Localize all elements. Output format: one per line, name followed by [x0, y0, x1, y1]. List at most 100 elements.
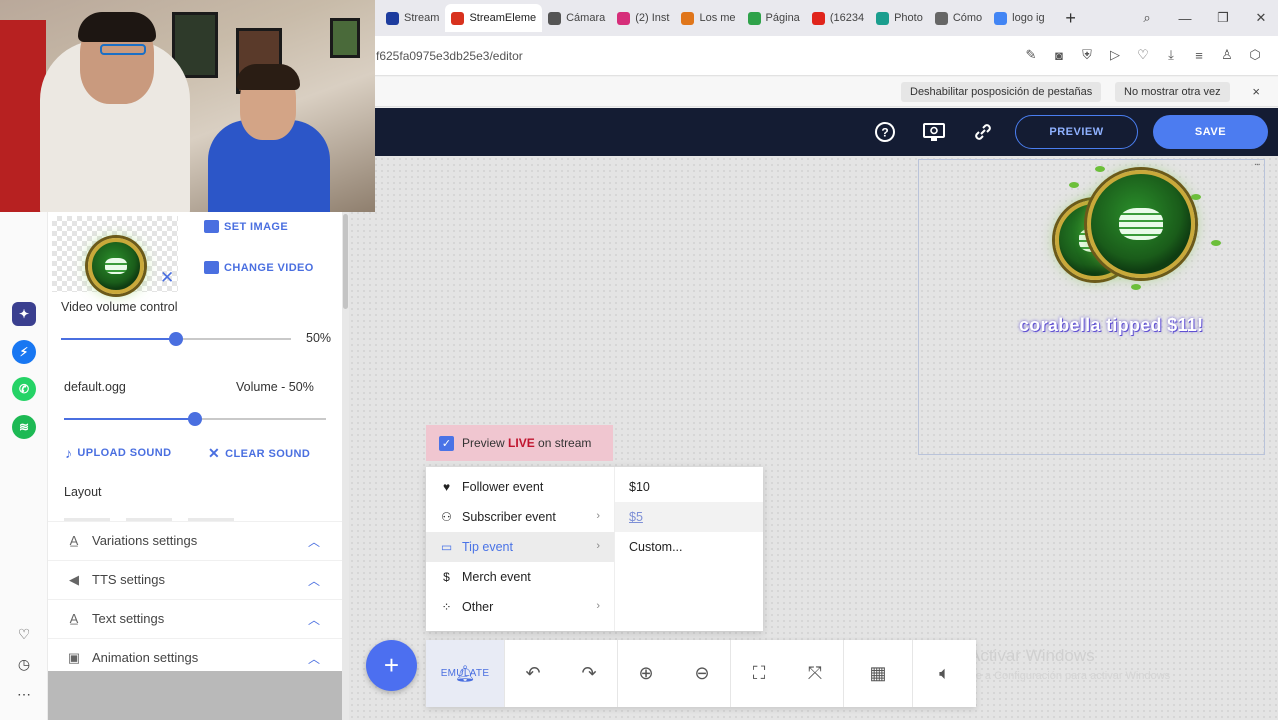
browser-tab[interactable]: Página	[742, 4, 806, 32]
browser-tab[interactable]: Stream	[380, 4, 445, 32]
edit-icon[interactable]: ✎	[1022, 46, 1040, 64]
favorites-icon[interactable]: ♡	[14, 624, 34, 644]
search-tabs-icon[interactable]: ⌕	[1130, 10, 1164, 26]
play-icon[interactable]: ▷	[1106, 46, 1124, 64]
upload-sound-button[interactable]: ♪ UPLOAD SOUND	[65, 445, 171, 461]
extension-icon[interactable]: ⬡	[1246, 46, 1264, 64]
shield-icon[interactable]: ⛨	[1078, 46, 1096, 64]
app-launcher-icon[interactable]: ✦	[12, 302, 36, 326]
download-icon[interactable]: ⤓	[1162, 46, 1180, 64]
camera-icon[interactable]: ◙	[1050, 46, 1068, 64]
volume-icon[interactable]: 🔈︎	[933, 662, 957, 686]
tip-option-custom[interactable]: Custom...	[615, 532, 763, 562]
window-controls: ⌕ — ❐ ✕	[1130, 0, 1278, 36]
whatsapp-icon[interactable]: ✆	[12, 377, 36, 401]
help-icon[interactable]: ?	[873, 120, 897, 144]
menu-item-label: Merch event	[462, 570, 531, 584]
slider-knob[interactable]	[169, 332, 183, 346]
compress-icon[interactable]: ⤧	[803, 662, 827, 686]
tab-favicon-icon	[934, 11, 948, 25]
dont-show-again-button[interactable]: No mostrar otra vez	[1115, 82, 1230, 102]
slider-knob[interactable]	[188, 412, 202, 426]
url-field[interactable]: f625fa0975e3db25e3/editor	[376, 49, 523, 63]
leaf-decoration	[1211, 240, 1221, 246]
section-text-settings[interactable]: A̲ Text settings ︿	[48, 599, 342, 637]
menu-icon[interactable]: ≡	[1190, 46, 1208, 64]
browser-tab[interactable]: logo ig	[988, 4, 1050, 32]
scrollbar-thumb[interactable]	[343, 214, 348, 309]
menu-item-follower-event[interactable]: ♥ Follower event	[426, 472, 614, 502]
monitor-settings-icon[interactable]	[922, 120, 946, 144]
grid-icon[interactable]: ▦	[866, 662, 890, 686]
add-widget-button[interactable]: +	[366, 640, 417, 691]
checkbox-checked-icon[interactable]: ✓	[439, 435, 454, 451]
disable-tab-snooze-button[interactable]: Deshabilitar posposición de pestañas	[901, 82, 1102, 102]
menu-item-other[interactable]: ⁘ Other ›	[426, 592, 614, 622]
save-button[interactable]: SAVE	[1153, 115, 1268, 149]
coin-image	[1087, 170, 1195, 278]
link-icon[interactable]	[971, 120, 995, 144]
menu-item-merch-event[interactable]: $ Merch event	[426, 562, 614, 592]
maximize-icon[interactable]: ❐	[1206, 10, 1240, 26]
video-volume-value: 50%	[306, 331, 332, 345]
remove-image-icon[interactable]: ✕	[160, 268, 174, 288]
preview-live-toggle[interactable]: ✓ Preview LIVE on stream	[426, 425, 613, 461]
emulate-button[interactable]: 🔔︎ EMULATE	[426, 640, 504, 707]
more-icon[interactable]: ⋯	[14, 684, 34, 704]
menu-item-label: Subscriber event	[462, 510, 556, 524]
preview-button[interactable]: PREVIEW	[1015, 115, 1138, 149]
tip-option-10[interactable]: $10	[615, 472, 763, 502]
browser-tab[interactable]: Cámara	[542, 4, 611, 32]
tab-label: StreamEleme	[469, 12, 537, 24]
clear-sound-button[interactable]: ✕ CLEAR SOUND	[208, 445, 310, 462]
spotify-icon[interactable]: ≋	[12, 415, 36, 439]
heart-icon[interactable]: ♡	[1134, 46, 1152, 64]
sound-volume-slider[interactable]	[64, 412, 326, 426]
close-icon[interactable]: ×	[1252, 84, 1260, 99]
new-tab-button[interactable]: +	[1059, 6, 1083, 30]
menu-item-subscriber-event[interactable]: ⚇ Subscriber event ›	[426, 502, 614, 532]
video-icon	[204, 261, 219, 274]
dollar-icon: $	[443, 570, 450, 584]
text-icon: A̲	[69, 611, 79, 626]
browser-tab[interactable]: Cómo	[929, 4, 988, 32]
browser-tab[interactable]: (16234	[806, 4, 870, 32]
history-icon[interactable]: ◷	[14, 654, 34, 674]
change-video-button[interactable]: CHANGE VIDEO	[204, 261, 314, 274]
zoom-out-icon[interactable]: ⊖	[690, 662, 714, 686]
credit-card-icon: ▭	[440, 540, 453, 554]
set-image-button[interactable]: SET IMAGE	[204, 220, 288, 233]
messenger-icon[interactable]: ⚡︎	[12, 340, 36, 364]
video-volume-slider[interactable]	[61, 332, 291, 346]
live-label: LIVE	[508, 436, 535, 450]
browser-tab[interactable]: Photo	[870, 4, 929, 32]
glasses	[100, 44, 146, 55]
section-tts-settings[interactable]: ◀︎ TTS settings ︿	[48, 560, 342, 598]
clear-icon: ✕	[208, 445, 221, 461]
grid-controls: ▦	[843, 640, 912, 707]
expand-icon[interactable]: ⛶	[747, 662, 771, 686]
slider-fill	[61, 338, 176, 340]
browser-tab[interactable]: (2) Inst	[611, 4, 675, 32]
alert-widget-frame[interactable]: ▪▪▪ corabella tipped $11!	[918, 159, 1265, 455]
tip-option-5[interactable]: $5	[615, 502, 763, 532]
chevron-right-icon: ›	[596, 540, 600, 552]
film-icon: ▣	[67, 649, 81, 665]
tab-label: Cómo	[952, 12, 983, 24]
browser-tab-active[interactable]: StreamEleme	[445, 4, 543, 32]
section-variations-settings[interactable]: A̲ Variations settings ︿	[48, 521, 342, 559]
menu-item-tip-event[interactable]: ▭ Tip event ›	[426, 532, 614, 562]
profile-icon[interactable]: ♙	[1218, 46, 1236, 64]
panel-scrollbar[interactable]	[342, 212, 349, 720]
dots-icon: ⁘	[441, 600, 452, 614]
close-window-icon[interactable]: ✕	[1244, 10, 1278, 26]
redo-icon[interactable]: ↷	[577, 662, 601, 686]
tab-favicon-icon	[617, 11, 631, 25]
zoom-in-icon[interactable]: ⊕	[634, 662, 658, 686]
tab-label: Photo	[894, 12, 923, 24]
minimize-icon[interactable]: —	[1168, 11, 1202, 26]
section-label: TTS settings	[92, 572, 165, 587]
undo-icon[interactable]: ↶	[521, 662, 545, 686]
chevron-up-icon: ︿	[307, 652, 320, 666]
browser-tab[interactable]: Los me	[675, 4, 741, 32]
